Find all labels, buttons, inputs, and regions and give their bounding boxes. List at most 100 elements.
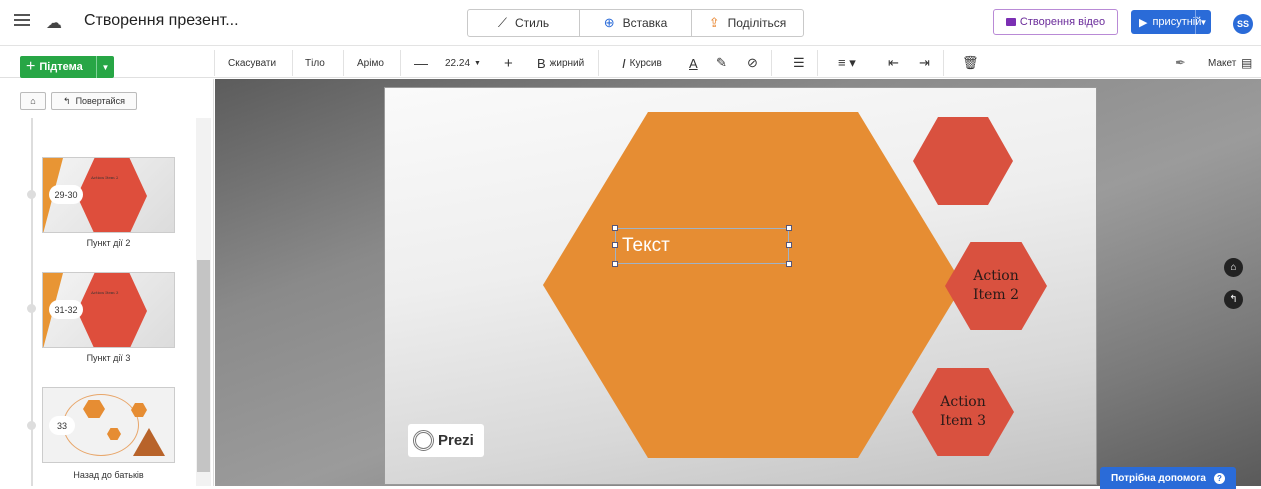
resize-handle[interactable] [612, 261, 618, 267]
create-video-button[interactable]: Створення відео [993, 9, 1118, 35]
create-video-label: Створення відео [1019, 16, 1106, 28]
play-icon: ▶ [1139, 16, 1148, 29]
present-button[interactable]: ▶ присутній ▼ [1131, 10, 1211, 34]
text-box-value[interactable]: Текст [622, 235, 670, 257]
link-icon[interactable]: ⊘ [747, 52, 758, 74]
indent-decrease-icon[interactable]: ⇤ [888, 52, 899, 74]
font-select[interactable]: Арімо [357, 52, 384, 74]
bullet-list-icon[interactable]: ☰ [793, 52, 805, 74]
timeline-dot [27, 304, 36, 313]
tab-insert[interactable]: ⊕ Вставка [579, 9, 692, 37]
action-item-2-text: Action Item 2 [972, 268, 1020, 303]
slide-range-badge: 33 [49, 416, 75, 435]
thumbnail-title: Action Item 2 [91, 175, 119, 180]
timeline-dot [27, 421, 36, 430]
tab-insert-label: Вставка [622, 16, 668, 30]
avatar[interactable]: SS [1233, 14, 1253, 34]
toolbar-divider [598, 50, 599, 76]
presentation-title[interactable]: Створення презент... [84, 12, 239, 30]
bold-label: жирний [549, 57, 585, 69]
decrease-size-icon[interactable]: — [414, 52, 428, 74]
thumbnail-title: Action Item 3 [91, 290, 119, 295]
scrollbar-thumb[interactable] [197, 260, 210, 472]
align-icon[interactable]: ≡ ▾ [838, 52, 856, 74]
cloud-icon: ☁ [46, 15, 62, 32]
help-label: Потрібна допомога [1111, 472, 1206, 484]
toolbar-divider [214, 50, 215, 76]
slide-thumbnail[interactable]: 33 [42, 387, 175, 463]
prezi-logo: Prezi [408, 424, 484, 457]
undo-button[interactable]: Скасувати [228, 52, 276, 74]
increase-size-icon[interactable]: + [504, 52, 513, 74]
subtopic-label: Підтема [39, 61, 83, 73]
resize-handle[interactable] [612, 225, 618, 231]
main-topic-hexagon[interactable] [543, 112, 963, 458]
slide-label: Назад до батьків [73, 470, 144, 480]
prezi-logo-text: Prezi [438, 432, 474, 449]
toolbar-divider [817, 50, 818, 76]
indent-increase-icon[interactable]: ⇥ [919, 52, 930, 74]
action-item-2-hexagon[interactable]: Action Item 2 [945, 242, 1047, 330]
add-subtopic-button[interactable]: + Підтема ▼ [20, 56, 114, 78]
slide-thumbnail[interactable]: Action Item 2 29-30 [42, 157, 175, 233]
highlighter-icon[interactable]: ✎ [716, 52, 727, 74]
slide-label: Пункт дії 3 [86, 353, 131, 363]
magic-wand-icon: ⟋ [497, 15, 507, 30]
back-button[interactable]: ↰ Повертайся [51, 92, 137, 110]
trash-icon[interactable]: 🗑 [962, 52, 979, 74]
prezi-spiral-icon [413, 430, 434, 451]
plus-icon: + [26, 58, 36, 75]
chevron-down-icon: ▼ [474, 59, 481, 67]
back-arrow-icon: ↰ [63, 95, 71, 106]
slide-canvas[interactable]: Action Item 2 Action Item 3 Текст Prezi [384, 87, 1097, 485]
menu-icon[interactable] [14, 14, 30, 28]
home-button[interactable]: ⌂ [20, 92, 46, 110]
italic-label: Курсив [629, 57, 662, 69]
layout-button[interactable]: Макет [1208, 52, 1236, 74]
paint-icon[interactable]: ✒ [1175, 52, 1186, 74]
toolbar-divider [771, 50, 772, 76]
font-size-value: 22.24 [445, 57, 471, 69]
topic-hexagon[interactable] [913, 117, 1013, 205]
back-nav-button[interactable]: ↰ [1224, 290, 1243, 309]
italic-button[interactable]: I Курсив [622, 52, 662, 74]
tab-style-label: Стиль [514, 16, 550, 30]
tab-style[interactable]: ⟋ Стиль [467, 9, 580, 37]
text-color-icon[interactable]: A [689, 52, 698, 74]
resize-handle[interactable] [786, 261, 792, 267]
home-icon: ⌂ [1230, 262, 1237, 273]
share-icon: ⇪ [708, 15, 720, 30]
subtopic-dropdown-icon[interactable]: ▼ [96, 56, 114, 78]
slide-label: Пункт дії 2 [86, 238, 131, 248]
bold-button[interactable]: B жирний [537, 52, 584, 74]
plus-circle-icon: ⊕ [603, 15, 615, 30]
home-icon: ⌂ [30, 96, 36, 106]
resize-handle[interactable] [612, 242, 618, 248]
notes-icon[interactable]: ▤ [1241, 52, 1252, 74]
home-nav-button[interactable]: ⌂ [1224, 258, 1243, 277]
tab-share[interactable]: ⇪ Поділіться [691, 9, 804, 37]
tab-share-label: Поділіться [727, 16, 787, 30]
bold-icon: B [537, 55, 546, 71]
italic-icon: I [622, 55, 626, 71]
toolbar-divider [292, 50, 293, 76]
text-style-select[interactable]: Тіло [305, 52, 325, 74]
resize-handle[interactable] [786, 242, 792, 248]
slide-thumbnail[interactable]: Action Item 3 31-32 [42, 272, 175, 348]
back-label: Повертайся [75, 96, 125, 106]
video-camera-icon [1005, 18, 1016, 26]
question-icon: ? [1213, 472, 1225, 484]
timeline-dot [27, 190, 36, 199]
toolbar-divider [343, 50, 344, 76]
timeline-line [31, 118, 33, 486]
toolbar-divider [943, 50, 944, 76]
slide-range-badge: 31-32 [49, 300, 83, 319]
font-size-select[interactable]: 22.24 ▼ [445, 52, 481, 74]
text-box[interactable]: Текст [612, 225, 792, 267]
present-dropdown-icon[interactable]: ▼ [1195, 10, 1211, 34]
resize-handle[interactable] [786, 225, 792, 231]
action-item-3-hexagon[interactable]: Action Item 3 [912, 368, 1014, 456]
slide-range-badge: 29-30 [49, 185, 83, 204]
action-item-3-text: Action Item 3 [939, 394, 987, 429]
back-arrow-icon: ↰ [1229, 294, 1238, 305]
